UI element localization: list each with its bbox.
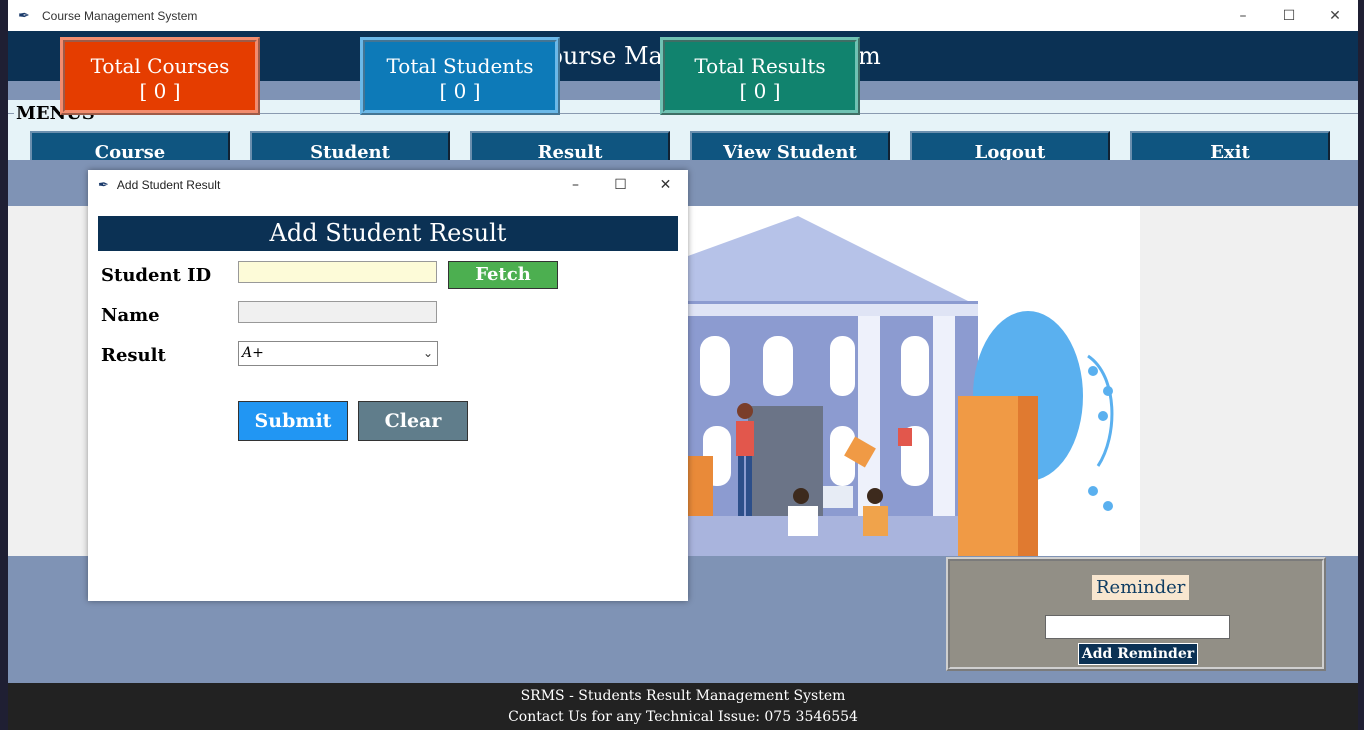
dialog-heading: Add Student Result [98, 216, 678, 251]
minimize-button[interactable]: – [1220, 0, 1266, 31]
student-id-label: Student ID [101, 265, 212, 286]
total-students-card: Total Students [ 0 ] [360, 37, 560, 115]
total-students-value: [ 0 ] [439, 79, 481, 103]
fetch-name-button[interactable]: Fetch Name [448, 261, 558, 311]
reminder-panel: Reminder Add Reminder [946, 557, 1326, 671]
result-label: Result [101, 345, 166, 366]
maximize-button[interactable]: ☐ [1266, 0, 1312, 31]
add-reminder-button[interactable]: Add Reminder [1078, 643, 1198, 665]
menu-result-button[interactable]: Result [470, 131, 670, 160]
dialog-titlebar[interactable]: ✒ Add Student Result – ☐ ✕ [88, 170, 688, 200]
window-titlebar[interactable]: ✒ Course Management System – ☐ ✕ [8, 0, 1358, 31]
dialog-close-button[interactable]: ✕ [643, 170, 688, 200]
add-student-result-dialog: ✒ Add Student Result – ☐ ✕ Add Student R… [88, 170, 688, 601]
dialog-minimize-button[interactable]: – [553, 170, 598, 200]
student-id-input[interactable] [238, 261, 437, 283]
footer-line-2: Contact Us for any Technical Issue: 075 … [508, 709, 858, 725]
close-button[interactable]: ✕ [1312, 0, 1358, 31]
dialog-window-controls: – ☐ ✕ [553, 170, 688, 200]
dialog-title: Add Student Result [116, 178, 221, 192]
total-courses-card: Total Courses [ 0 ] [60, 37, 260, 115]
menu-student-button[interactable]: Student [250, 131, 450, 160]
desktop-left-edge [0, 0, 8, 730]
school-building-image [688, 206, 1140, 556]
clear-button[interactable]: Clear [358, 401, 468, 441]
school-illustration [688, 206, 1140, 556]
chevron-down-icon: ⌄ [422, 346, 433, 360]
total-students-title: Total Students [386, 54, 534, 78]
menu-view-results-button[interactable]: View Student Results [690, 131, 890, 160]
reminder-input[interactable] [1045, 615, 1230, 639]
result-selected-value: A+ [242, 345, 264, 361]
result-select[interactable]: A+ ⌄ [238, 341, 438, 366]
window-title: Course Management System [42, 8, 198, 23]
footer: SRMS - Students Result Management System… [8, 683, 1358, 730]
dialog-maximize-button[interactable]: ☐ [598, 170, 643, 200]
total-courses-value: [ 0 ] [139, 79, 181, 103]
submit-button[interactable]: Submit [238, 401, 348, 441]
window-controls: – ☐ ✕ [1220, 0, 1358, 31]
reminder-title: Reminder [1092, 575, 1190, 600]
total-courses-title: Total Courses [90, 54, 230, 78]
menu-logout-button[interactable]: Logout [910, 131, 1110, 160]
name-label: Name [101, 305, 160, 326]
desktop-right-edge [1358, 0, 1364, 730]
menu-exit-button[interactable]: Exit [1130, 131, 1330, 160]
feather-app-icon: ✒ [18, 7, 30, 24]
feather-app-icon: ✒ [98, 177, 109, 193]
footer-line-1: SRMS - Students Result Management System [520, 688, 846, 704]
total-results-title: Total Results [694, 54, 826, 78]
total-results-card: Total Results [ 0 ] [660, 37, 860, 115]
name-field [238, 301, 437, 323]
menu-course-button[interactable]: Course [30, 131, 230, 160]
total-results-value: [ 0 ] [739, 79, 781, 103]
